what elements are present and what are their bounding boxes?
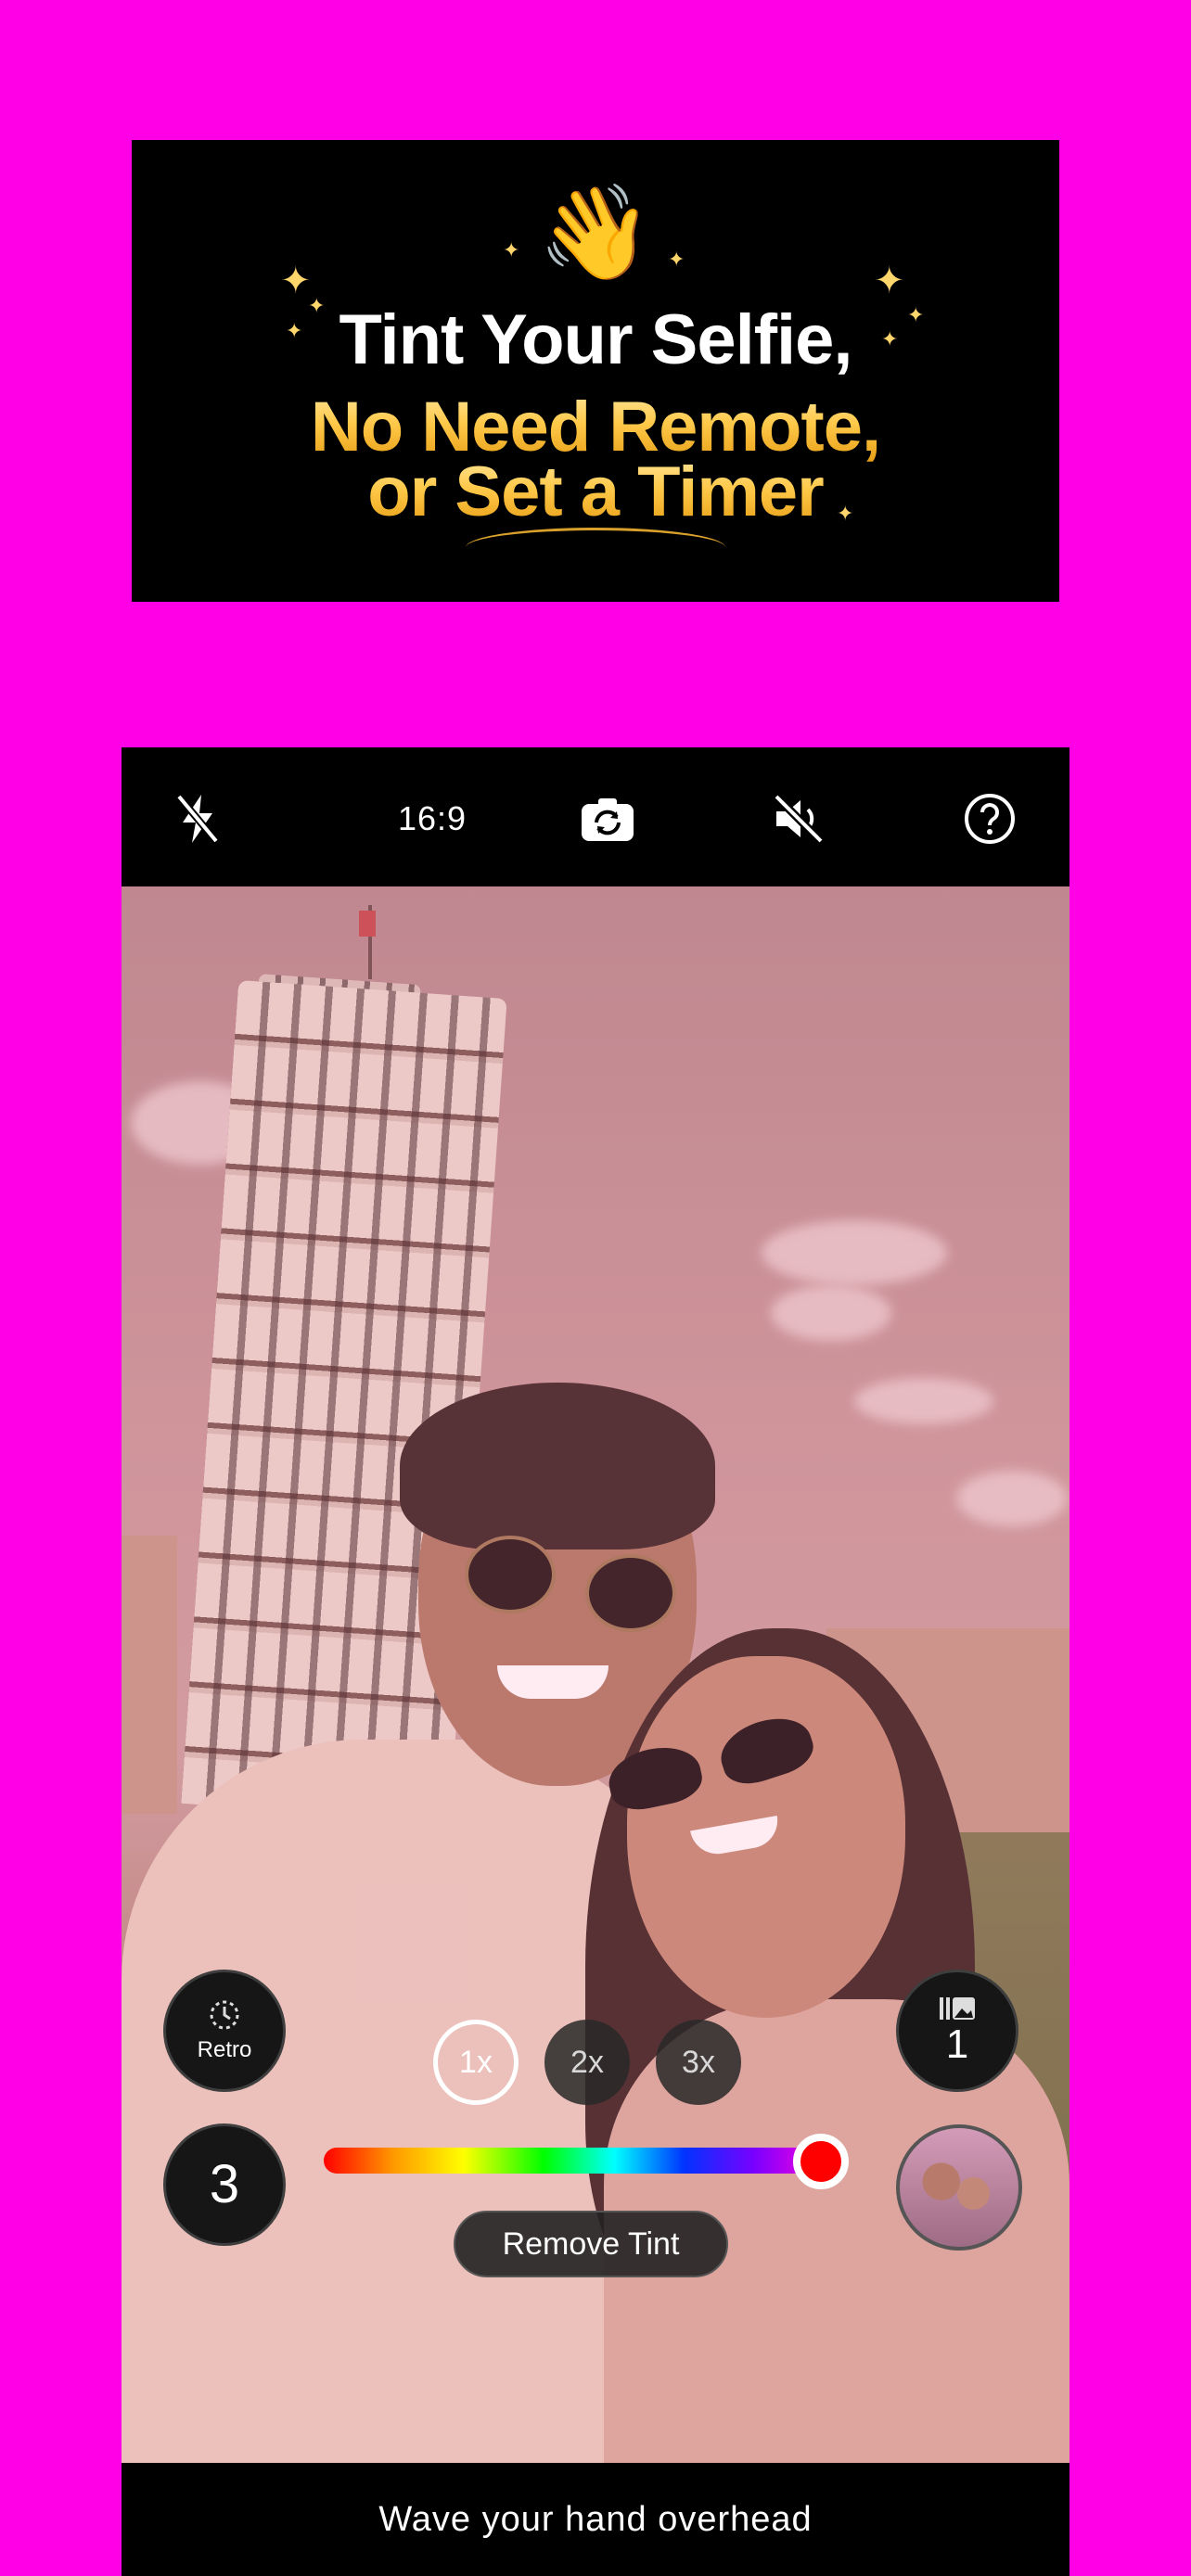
camera-viewfinder[interactable]: Retro 3 1x 2x 3x Remove Tint 1 <box>122 886 1069 2463</box>
help-icon[interactable] <box>960 789 1019 848</box>
photo-count-button[interactable]: 1 <box>896 1970 1018 2092</box>
zoom-1x-button[interactable]: 1x <box>433 2020 519 2105</box>
aspect-ratio-button[interactable]: 16:9 <box>367 789 497 848</box>
zoom-2x-button[interactable]: 2x <box>544 2020 630 2105</box>
flag <box>359 911 376 937</box>
banner-headline-line3: or Set a Timer <box>132 452 1059 532</box>
smile <box>497 1665 608 1699</box>
promo-banner: ✦ ✦ ✦ ✦ ✦ ✦ ✦ ✦ ✦ 👋 Tint Your Selfie, No… <box>132 140 1059 602</box>
sound-muted-icon[interactable] <box>769 789 828 848</box>
waving-hand-icon: 👋 <box>537 181 654 285</box>
timer-button[interactable]: 3 <box>163 2123 286 2246</box>
camera-topbar: 16:9 <box>122 747 1069 886</box>
tint-hue-slider[interactable] <box>324 2148 825 2174</box>
zoom-3x-button[interactable]: 3x <box>656 2020 741 2105</box>
timer-dotted-icon <box>210 2000 239 2030</box>
sunglasses-lens <box>585 1554 676 1632</box>
camera-screen: 16:9 Retro 3 1x 2x 3x Remove Tint 1 Wave… <box>122 747 1069 2576</box>
tint-slider-thumb[interactable] <box>793 2134 849 2189</box>
banner-underline-arc <box>466 528 725 567</box>
building <box>122 1536 177 1814</box>
photo-count: 1 <box>945 2021 969 2067</box>
gesture-hint: Wave your hand overhead <box>378 2499 813 2539</box>
last-photo-thumbnail[interactable] <box>896 2124 1022 2251</box>
sunglasses-lens <box>465 1536 556 1613</box>
cloud <box>771 1285 891 1341</box>
retro-filter-button[interactable]: Retro <box>163 1970 286 2092</box>
flash-off-icon[interactable] <box>168 789 227 848</box>
retro-label: Retro <box>197 2037 252 2062</box>
timer-value: 3 <box>209 2154 240 2214</box>
cloud <box>956 1471 1068 1526</box>
camera-switch-icon[interactable] <box>578 789 637 848</box>
banner-headline-line1: Tint Your Selfie, <box>339 300 852 379</box>
cloud <box>762 1220 947 1285</box>
cloud <box>854 1378 993 1424</box>
gallery-stack-icon <box>940 1997 975 2020</box>
man-hair <box>400 1383 715 1549</box>
remove-tint-button[interactable]: Remove Tint <box>454 2211 728 2277</box>
